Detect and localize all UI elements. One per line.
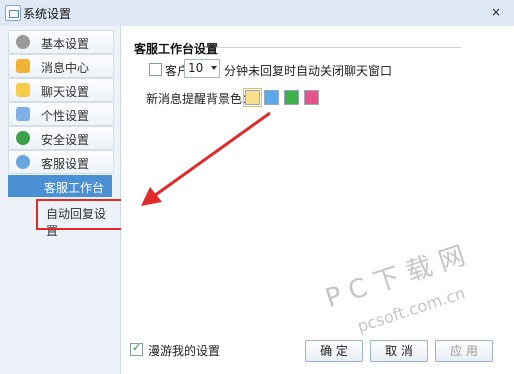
sidebar-item-personalize[interactable]: 个性设置 (8, 102, 114, 126)
color-swatch-green[interactable] (284, 90, 299, 105)
color-swatch-blue[interactable] (264, 90, 279, 105)
sidebar-item-messages[interactable]: 消息中心 (8, 54, 114, 78)
annotation-highlight-box (36, 199, 128, 230)
settings-content: 客服工作台设置 客户 10 分钟未回复时自动关闭聊天窗口 新消息提醒背景色： (121, 26, 514, 374)
section-divider (216, 47, 461, 48)
personalize-icon (16, 107, 30, 121)
sidebar-item-security[interactable]: 安全设置 (8, 126, 114, 150)
sidebar-subitem-workbench[interactable]: 客服工作台 (8, 175, 112, 197)
window-title: 系统设置 (23, 7, 72, 21)
gear-icon (16, 35, 30, 49)
sidebar-item-chat[interactable]: 聊天设置 (8, 78, 114, 102)
roam-settings-label: 漫游我的设置 (148, 344, 221, 358)
app-icon (5, 5, 21, 21)
title-bar: 系统设置 × (0, 0, 514, 27)
color-swatch-pink[interactable] (304, 90, 319, 105)
shield-icon (16, 131, 30, 145)
section-title: 客服工作台设置 (134, 42, 219, 56)
sidebar-item-basic[interactable]: 基本设置 (8, 30, 114, 54)
sidebar-item-support[interactable]: 客服设置 (8, 150, 114, 174)
auto-close-checkbox[interactable] (149, 63, 162, 76)
cancel-button[interactable]: 取 消 (370, 340, 428, 362)
bg-color-label: 新消息提醒背景色： (146, 92, 255, 106)
support-globe-icon (16, 155, 30, 169)
ok-button[interactable]: 确 定 (305, 340, 363, 362)
roam-settings-checkbox[interactable] (130, 341, 143, 356)
chat-bubble-icon (16, 83, 30, 97)
envelope-icon (16, 59, 30, 73)
chevron-down-icon (211, 66, 217, 70)
settings-window: 系统设置 × 基本设置 消息中心 聊天设置 个性设置 安全设置 客服设置 客服工 (0, 0, 514, 374)
close-button[interactable]: × (486, 3, 506, 21)
minutes-select[interactable]: 10 (184, 59, 220, 78)
color-swatch-yellow[interactable] (243, 88, 262, 107)
bottom-bar: 漫游我的设置 确 定 取 消 应 用 (121, 334, 514, 374)
auto-close-suffix: 分钟未回复时自动关闭聊天窗口 (224, 64, 393, 78)
apply-button[interactable]: 应 用 (435, 340, 493, 362)
